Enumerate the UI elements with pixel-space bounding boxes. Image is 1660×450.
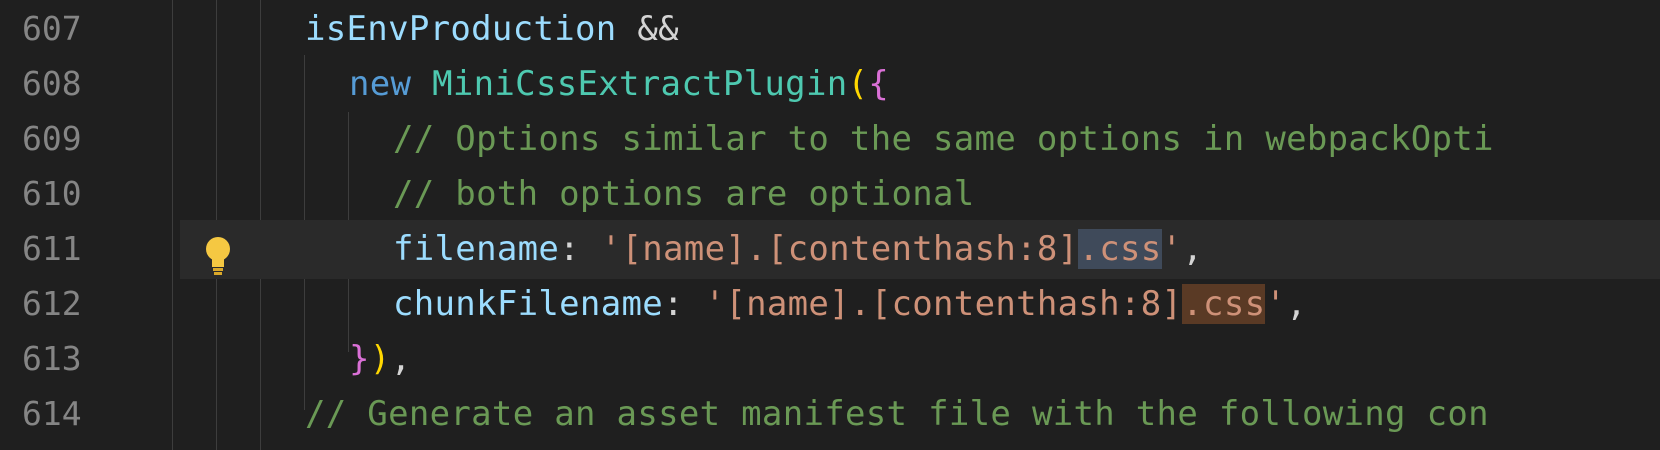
token-bracket: ( — [847, 64, 869, 104]
line-number: 607 — [22, 9, 82, 48]
code-line-614[interactable]: // Generate an asset manifest file with … — [305, 385, 1489, 444]
code-editor[interactable]: 607 isEnvProduction && 608 new MiniCssEx… — [0, 0, 1660, 450]
code-line-608[interactable]: new MiniCssExtractPlugin({ — [349, 55, 889, 114]
code-line-607[interactable]: isEnvProduction && — [305, 0, 679, 59]
line-number: 612 — [22, 284, 82, 323]
indent-guide — [172, 0, 173, 450]
token-string-quote: ' — [1161, 229, 1183, 269]
line-number: 614 — [22, 394, 82, 433]
code-line-613[interactable]: }), — [349, 330, 411, 389]
token-string: '[name].[contenthash:8] — [704, 284, 1183, 324]
token-brace: } — [349, 339, 370, 379]
token-property: chunkFilename — [393, 284, 664, 324]
code-line-609[interactable]: // Options similar to the same options i… — [393, 110, 1494, 169]
token-comma: , — [1286, 284, 1307, 324]
code-line-611[interactable]: filename: '[name].[contenthash:8].css', — [393, 220, 1203, 279]
token-comma: , — [1182, 229, 1204, 269]
token-colon: : — [663, 284, 705, 324]
token-string: '[name].[contenthash:8] — [600, 229, 1079, 269]
code-line-610[interactable]: // both options are optional — [393, 165, 975, 224]
line-number: 610 — [22, 174, 82, 213]
find-match-highlight: .css — [1182, 284, 1266, 324]
token-bracket: ) — [369, 339, 391, 379]
token-comma: , — [390, 339, 412, 379]
token-colon: : — [559, 229, 601, 269]
token-operator: && — [616, 9, 679, 49]
line-number: 608 — [22, 64, 82, 103]
token-property: filename — [393, 229, 560, 269]
code-line-612[interactable]: chunkFilename: '[name].[contenthash:8].c… — [393, 275, 1307, 334]
lightbulb-icon[interactable] — [203, 235, 233, 277]
selection-highlight: .css — [1078, 229, 1162, 269]
line-number: 611 — [22, 229, 82, 268]
token-class: MiniCssExtractPlugin — [432, 64, 848, 104]
token-keyword: new — [349, 64, 412, 104]
line-number: 609 — [22, 119, 82, 158]
token-string-quote: ' — [1265, 284, 1287, 324]
token-variable: isEnvProduction — [305, 9, 617, 49]
line-number: 613 — [22, 339, 82, 378]
token-brace: { — [868, 64, 890, 104]
